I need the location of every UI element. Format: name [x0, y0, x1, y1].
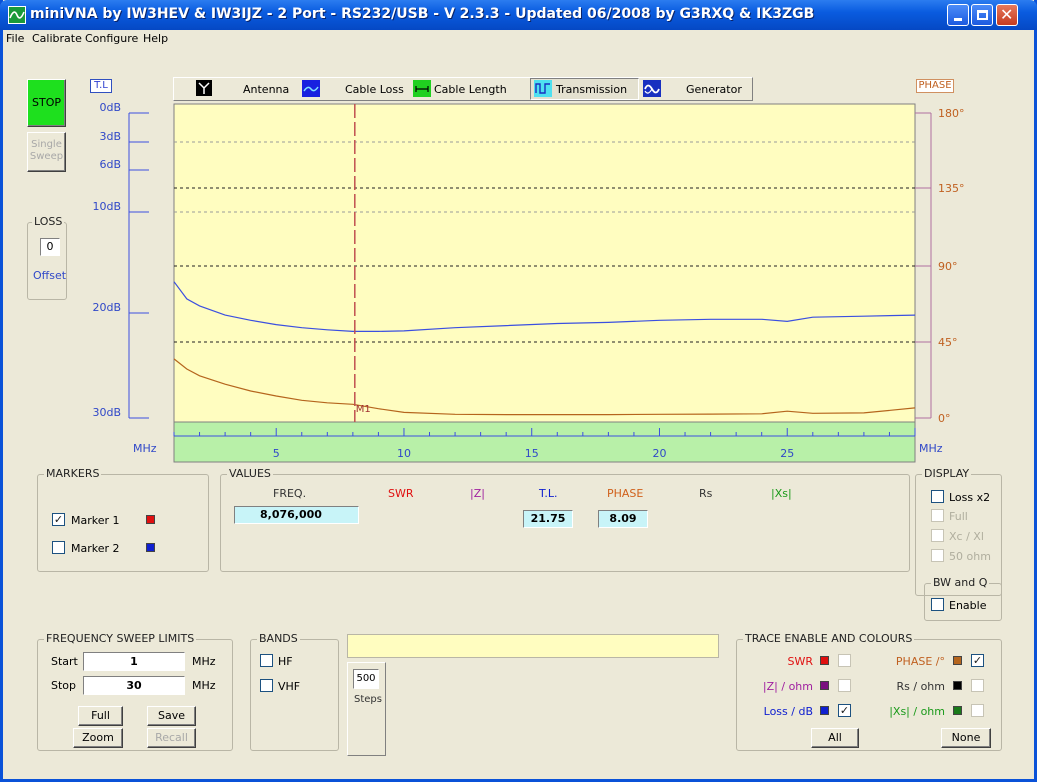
trace-loss-label: Loss / dB — [763, 705, 813, 718]
ohm50-checkbox[interactable] — [931, 549, 944, 562]
left-tick-label-0: 0dB — [99, 101, 121, 114]
tl-value: 21.75 — [523, 510, 573, 528]
trace-rs-checkbox[interactable] — [971, 679, 984, 692]
vhf-checkbox[interactable] — [260, 679, 273, 692]
xs-header: |Xs| — [771, 487, 792, 500]
trace-xs-checkbox[interactable] — [971, 704, 984, 717]
x-unit-right: MHz — [919, 442, 943, 455]
markers-group-label: MARKERS — [44, 467, 102, 480]
trace-z-label: |Z| / ohm — [762, 680, 813, 693]
x-tick-label-2: 15 — [525, 447, 539, 460]
trace-phase-checkbox[interactable]: ✓ — [971, 654, 984, 667]
right-axis: 180° 135° 90° 45° 0° — [915, 107, 965, 425]
z-header: |Z| — [470, 487, 485, 500]
marker2-label: Marker 2 — [71, 542, 120, 555]
full-checkbox[interactable] — [931, 509, 944, 522]
stop-unit: MHz — [192, 679, 216, 692]
left-tick-label-4: 20dB — [92, 301, 121, 314]
freq-value: 8,076,000 — [234, 506, 359, 524]
swr-header: SWR — [388, 487, 414, 500]
stop-input[interactable]: 30 — [83, 676, 185, 695]
xc-xl-label: Xc / Xl — [949, 530, 984, 543]
left-axis: 0dB 3dB 6dB 10dB 20dB 30dB — [92, 101, 149, 419]
trace-xs-label: |Xs| / ohm — [889, 705, 945, 718]
tl-header: T.L. — [539, 487, 558, 500]
trace-swr-color[interactable] — [820, 656, 829, 665]
bwq-enable-checkbox[interactable] — [931, 598, 944, 611]
trace-all-button[interactable]: All — [811, 728, 859, 748]
right-tick-label-4: 0° — [938, 412, 951, 425]
marker-m1-label: M1 — [356, 404, 371, 415]
trace-phase-label: PHASE /° — [895, 655, 945, 668]
x-tick-label-1: 10 — [397, 447, 411, 460]
marker1-label: Marker 1 — [71, 514, 120, 527]
trace-none-button[interactable]: None — [941, 728, 991, 748]
x-tick-label-0: 5 — [273, 447, 280, 460]
marker2-checkbox[interactable] — [52, 541, 65, 554]
sweep-progress-bar — [347, 634, 719, 658]
trace-rs-color[interactable] — [953, 681, 962, 690]
hf-label: HF — [278, 655, 293, 668]
marker1-color-swatch[interactable] — [146, 515, 155, 524]
chart-plot-area — [173, 103, 916, 423]
bwq-group-label: BW and Q — [931, 576, 990, 589]
full-button[interactable]: Full — [78, 706, 123, 726]
trace-rs-label: Rs / ohm — [896, 680, 946, 693]
start-label: Start — [51, 655, 78, 668]
left-tick-label-3: 10dB — [92, 200, 121, 213]
trace-swr-label: SWR — [787, 655, 813, 668]
sweep-limits-group-label: FREQUENCY SWEEP LIMITS — [44, 632, 197, 645]
phase-header: PHASE — [607, 487, 644, 500]
steps-label: Steps — [354, 694, 382, 705]
ohm50-label: 50 ohm — [949, 550, 991, 563]
trace-z-checkbox[interactable] — [838, 679, 851, 692]
start-unit: MHz — [192, 655, 216, 668]
zoom-button[interactable]: Zoom — [73, 728, 123, 748]
chart-x-axis-area — [173, 421, 916, 463]
trace-loss-color[interactable] — [820, 706, 829, 715]
bwq-enable-label: Enable — [949, 599, 987, 612]
right-tick-label-3: 45° — [938, 336, 958, 349]
values-group-label: VALUES — [227, 467, 273, 480]
vhf-label: VHF — [278, 680, 301, 693]
right-tick-label-1: 135° — [938, 182, 965, 195]
trace-z-color[interactable] — [820, 681, 829, 690]
right-tick-label-2: 90° — [938, 260, 958, 273]
bands-group-label: BANDS — [257, 632, 300, 645]
full-label: Full — [949, 510, 968, 523]
loss-x2-label: Loss x2 — [949, 491, 991, 504]
x-unit-left: MHz — [133, 442, 157, 455]
recall-button[interactable]: Recall — [147, 728, 196, 748]
hf-checkbox[interactable] — [260, 654, 273, 667]
left-tick-label-1: 3dB — [99, 130, 121, 143]
rs-header: Rs — [699, 487, 713, 500]
trace-swr-checkbox[interactable] — [838, 654, 851, 667]
trace-xs-color[interactable] — [953, 706, 962, 715]
left-tick-label-2: 6dB — [99, 158, 121, 171]
trace-group-label: TRACE ENABLE AND COLOURS — [743, 632, 915, 645]
loss-x2-checkbox[interactable] — [931, 490, 944, 503]
x-tick-label-3: 20 — [652, 447, 666, 460]
phase-value: 8.09 — [598, 510, 648, 528]
x-tick-label-4: 25 — [780, 447, 794, 460]
freq-header: FREQ. — [273, 487, 307, 500]
trace-loss-checkbox[interactable]: ✓ — [838, 704, 851, 717]
marker1-checkbox[interactable]: ✓ — [52, 513, 65, 526]
steps-input[interactable]: 500 — [353, 669, 379, 689]
xc-xl-checkbox[interactable] — [931, 529, 944, 542]
left-tick-label-5: 30dB — [92, 406, 121, 419]
right-tick-label-0: 180° — [938, 107, 965, 120]
trace-phase-color[interactable] — [953, 656, 962, 665]
start-input[interactable]: 1 — [83, 652, 185, 671]
app-window: miniVNA by IW3HEV & IW3IJZ - 2 Port - RS… — [0, 0, 1037, 782]
display-group-label: DISPLAY — [922, 467, 972, 480]
transmission-chart[interactable]: 0dB 3dB 6dB 10dB 20dB 30dB 180° 135° 90° 45° 0° 5… — [3, 0, 1034, 470]
save-button[interactable]: Save — [147, 706, 196, 726]
stop-label: Stop — [51, 679, 77, 692]
marker2-color-swatch[interactable] — [146, 543, 155, 552]
